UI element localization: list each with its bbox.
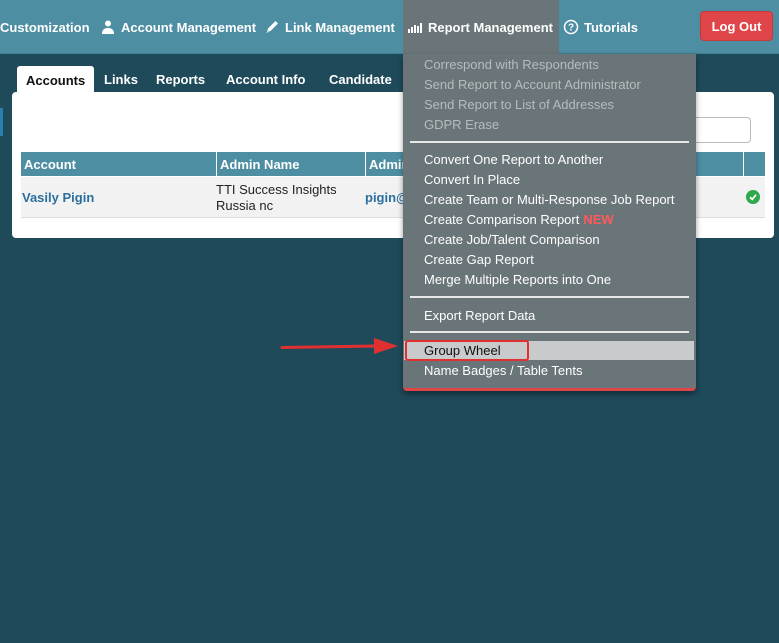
menu-item-convert-one[interactable]: Convert One Report to Another bbox=[424, 150, 603, 168]
bar-chart-icon bbox=[407, 19, 423, 35]
menu-item-merge-reports[interactable]: Merge Multiple Reports into One bbox=[424, 270, 611, 288]
annotation-arrow-icon bbox=[280, 338, 398, 354]
logout-button[interactable]: Log Out bbox=[700, 11, 773, 41]
nav-account-management[interactable]: Account Management bbox=[100, 0, 256, 54]
tab-account-info[interactable]: Account Info bbox=[226, 66, 305, 92]
search-input[interactable] bbox=[690, 117, 751, 143]
column-header-admin-email[interactable]: Admin bbox=[366, 152, 403, 176]
menu-item-name-badges[interactable]: Name Badges / Table Tents bbox=[424, 361, 583, 379]
users-icon bbox=[100, 19, 116, 35]
tab-links[interactable]: Links bbox=[104, 66, 138, 92]
menu-item-gdpr-erase: GDPR Erase bbox=[424, 116, 500, 132]
admin-email-link[interactable]: pigin@ bbox=[365, 190, 403, 205]
column-header-account[interactable]: Account bbox=[21, 152, 216, 176]
nav-link-management[interactable]: Link Management bbox=[264, 0, 395, 54]
nav-customization-label: Customization bbox=[0, 19, 90, 35]
nav-link-management-label: Link Management bbox=[285, 19, 395, 35]
side-marker bbox=[0, 108, 3, 136]
menu-item-gap-report[interactable]: Create Gap Report bbox=[424, 250, 534, 268]
menu-item-job-talent-comparison[interactable]: Create Job/Talent Comparison bbox=[424, 230, 600, 248]
nav-report-management[interactable]: Report Management bbox=[403, 0, 559, 54]
menu-item-export-data[interactable]: Export Report Data bbox=[424, 306, 535, 324]
tab-accounts[interactable]: Accounts bbox=[17, 66, 95, 94]
annotation-highlight-box bbox=[405, 340, 529, 361]
tab-reports[interactable]: Reports bbox=[156, 66, 205, 92]
admin-name-line2: Russia nc bbox=[216, 198, 274, 213]
menu-divider bbox=[410, 296, 689, 298]
nav-report-management-label: Report Management bbox=[428, 19, 553, 35]
account-link[interactable]: Vasily Pigin bbox=[22, 190, 94, 205]
column-divider bbox=[743, 152, 744, 176]
menu-item-team-report[interactable]: Create Team or Multi-Response Job Report bbox=[424, 190, 675, 208]
comparison-report-label: Create Comparison Report bbox=[424, 211, 580, 227]
menu-divider bbox=[410, 141, 689, 143]
check-icon bbox=[746, 190, 760, 204]
menu-divider bbox=[410, 331, 689, 333]
pencil-icon bbox=[264, 19, 280, 35]
help-circle-icon: ? bbox=[563, 19, 579, 35]
column-header-admin-name[interactable]: Admin Name bbox=[217, 152, 365, 176]
menu-item-send-to-list: Send Report to List of Addresses bbox=[424, 96, 615, 112]
menu-item-correspond: Correspond with Respondents bbox=[424, 56, 599, 72]
nav-tutorials-label: Tutorials bbox=[584, 19, 638, 35]
menu-item-send-to-admin: Send Report to Account Administrator bbox=[424, 76, 641, 92]
new-badge: NEW bbox=[583, 211, 614, 227]
tab-candidate[interactable]: Candidate bbox=[329, 66, 392, 92]
svg-text:?: ? bbox=[568, 23, 574, 34]
nav-account-management-label: Account Management bbox=[121, 19, 257, 35]
menu-item-comparison-report[interactable]: Create Comparison Report NEW bbox=[424, 210, 614, 228]
nav-customization[interactable]: Customization bbox=[0, 0, 90, 54]
admin-name-line1: TTI Success Insights bbox=[216, 182, 337, 197]
nav-tutorials[interactable]: ? Tutorials bbox=[563, 0, 638, 54]
menu-item-convert-in-place[interactable]: Convert In Place bbox=[424, 170, 520, 188]
